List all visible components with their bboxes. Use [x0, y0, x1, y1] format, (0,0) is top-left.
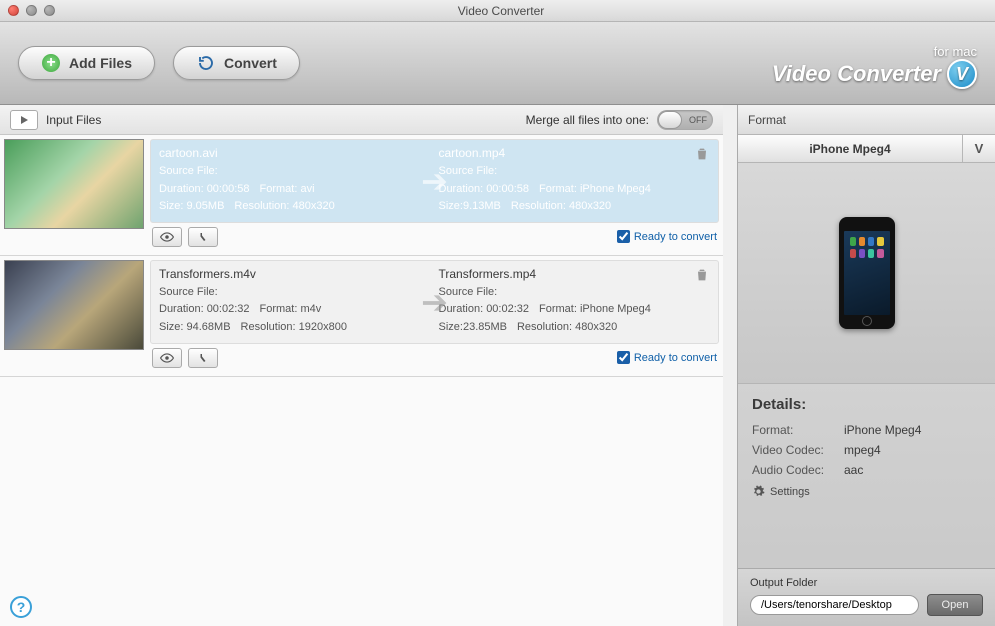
vertical-scrollbar[interactable] — [723, 105, 737, 626]
output-folder-label: Output Folder — [750, 577, 983, 589]
content: Input Files Merge all files into one: OF… — [0, 105, 995, 626]
merge-toggle[interactable]: OFF — [657, 110, 713, 130]
format-dropdown-icon[interactable]: V — [963, 135, 995, 162]
delete-button[interactable] — [694, 146, 712, 164]
ready-checkbox[interactable]: Ready to convert — [617, 351, 717, 364]
source-filename: cartoon.avi — [159, 146, 431, 160]
selected-format-label: iPhone Mpeg4 — [738, 135, 963, 162]
window-title: Video Converter — [15, 4, 987, 18]
list-header: Input Files Merge all files into one: OF… — [0, 105, 723, 135]
source-filename: Transformers.m4v — [159, 267, 431, 281]
output-path-input[interactable]: /Users/tenorshare/Desktop — [750, 595, 919, 615]
add-files-label: Add Files — [69, 55, 132, 71]
dest-meta: Source File: Duration: 00:02:32Format: i… — [439, 284, 711, 337]
source-meta: Source File: Duration: 00:00:58Format: a… — [159, 163, 431, 216]
merge-label: Merge all files into one: — [526, 113, 649, 127]
plus-icon: + — [41, 53, 61, 73]
preview-button[interactable] — [152, 227, 182, 247]
detail-vcodec-key: Video Codec: — [752, 443, 844, 457]
titlebar: Video Converter — [0, 0, 995, 22]
brand-main: Video Converter — [772, 61, 941, 87]
ready-checkbox[interactable]: Ready to convert — [617, 230, 717, 243]
edit-button[interactable] — [188, 227, 218, 247]
play-icon[interactable] — [10, 110, 38, 130]
file-row[interactable]: cartoon.avi Source File: Duration: 00:00… — [0, 135, 723, 256]
file-row[interactable]: Transformers.m4v Source File: Duration: … — [0, 256, 723, 377]
settings-label: Settings — [770, 486, 810, 498]
details-section: Details: Format:iPhone Mpeg4 Video Codec… — [738, 383, 995, 510]
source-meta: Source File: Duration: 00:02:32Format: m… — [159, 284, 431, 337]
device-preview — [738, 163, 995, 383]
details-title: Details: — [752, 396, 981, 413]
file-info-box: cartoon.avi Source File: Duration: 00:00… — [150, 139, 719, 223]
brand: for mac Video Converter V — [772, 44, 977, 89]
brand-sub: for mac — [772, 44, 977, 59]
dest-meta: Source File: Duration: 00:00:58Format: i… — [439, 163, 711, 216]
video-thumbnail[interactable] — [4, 139, 144, 229]
detail-format-value: iPhone Mpeg4 — [844, 423, 921, 437]
brand-badge-icon: V — [947, 59, 977, 89]
toggle-knob — [658, 111, 682, 129]
convert-label: Convert — [224, 55, 277, 71]
toggle-state-label: OFF — [689, 115, 707, 125]
right-panel: Format iPhone Mpeg4 V Details: Format:iP… — [737, 105, 995, 626]
file-info-box: Transformers.m4v Source File: Duration: … — [150, 260, 719, 344]
ready-checkbox-input[interactable] — [617, 230, 630, 243]
phone-icon — [839, 217, 895, 329]
detail-vcodec-value: mpeg4 — [844, 443, 881, 457]
left-panel: Input Files Merge all files into one: OF… — [0, 105, 723, 626]
open-button[interactable]: Open — [927, 594, 983, 616]
dest-filename: Transformers.mp4 — [439, 267, 711, 281]
file-list: cartoon.avi Source File: Duration: 00:00… — [0, 135, 723, 626]
settings-button[interactable]: Settings — [752, 485, 981, 498]
format-header: Format — [738, 105, 995, 135]
preview-button[interactable] — [152, 348, 182, 368]
input-files-label: Input Files — [46, 113, 101, 127]
help-button[interactable]: ? — [10, 596, 32, 618]
refresh-icon — [196, 53, 216, 73]
detail-acodec-key: Audio Codec: — [752, 463, 844, 477]
edit-button[interactable] — [188, 348, 218, 368]
video-thumbnail[interactable] — [4, 260, 144, 350]
toolbar: + Add Files Convert for mac Video Conver… — [0, 22, 995, 105]
dest-filename: cartoon.mp4 — [439, 146, 711, 160]
gear-icon — [752, 485, 765, 498]
convert-button[interactable]: Convert — [173, 46, 300, 80]
delete-button[interactable] — [694, 267, 712, 285]
output-section: Output Folder /Users/tenorshare/Desktop … — [738, 568, 995, 626]
detail-acodec-value: aac — [844, 463, 863, 477]
add-files-button[interactable]: + Add Files — [18, 46, 155, 80]
ready-checkbox-input[interactable] — [617, 351, 630, 364]
detail-format-key: Format: — [752, 423, 844, 437]
format-selector[interactable]: iPhone Mpeg4 V — [738, 135, 995, 163]
